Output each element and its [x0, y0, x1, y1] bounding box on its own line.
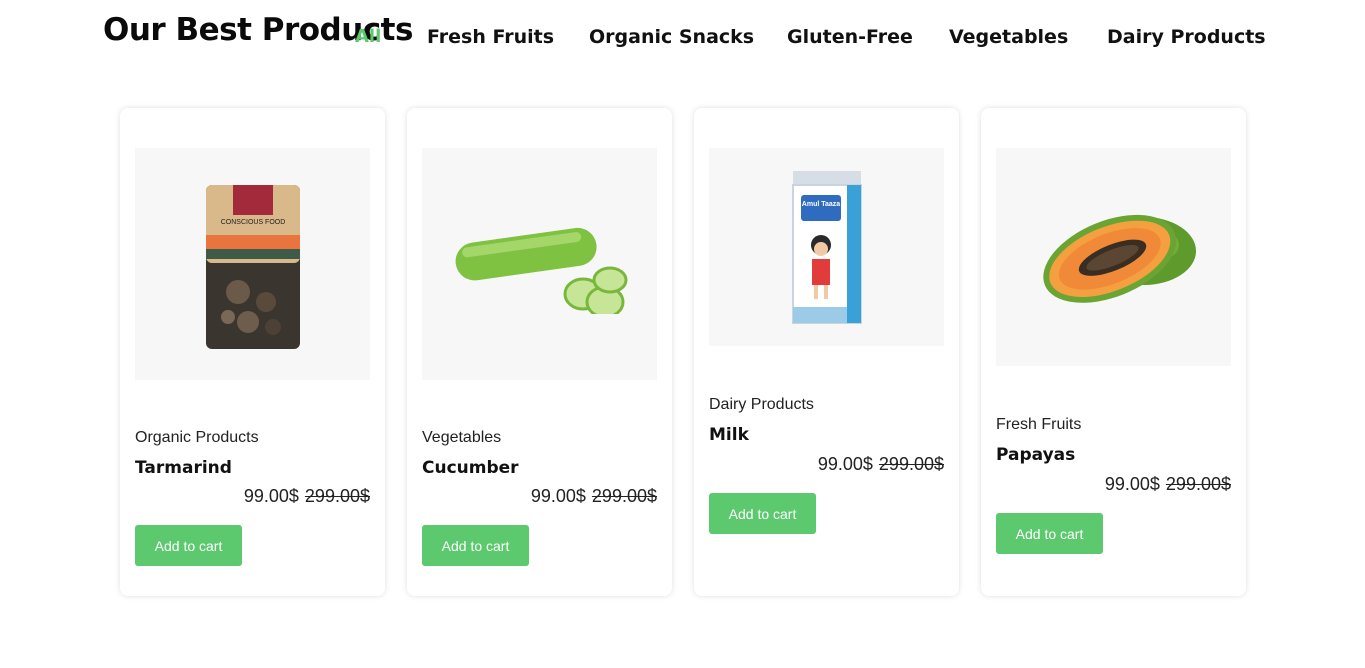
current-price: 99.00$ — [817, 454, 873, 474]
tab-dairy-products[interactable]: Dairy Products — [1107, 26, 1266, 48]
milk-carton-image[interactable]: Amul Taaza — [709, 148, 944, 346]
current-price: 99.00$ — [1104, 474, 1160, 494]
old-price: 299.00$ — [591, 486, 657, 506]
add-to-cart-button[interactable]: Add to cart — [996, 513, 1103, 554]
tab-vegetables[interactable]: Vegetables — [949, 26, 1068, 48]
tab-organic-snacks[interactable]: Organic Snacks — [589, 26, 754, 48]
product-name[interactable]: Cucumber — [422, 458, 519, 478]
product-category: Organic Products — [135, 429, 259, 446]
old-price: 299.00$ — [1165, 474, 1231, 494]
add-to-cart-button[interactable]: Add to cart — [422, 525, 529, 566]
cucumber-image[interactable] — [422, 148, 657, 380]
product-card-papayas: Fresh Fruits Papayas 99.00$ 299.00$ Add t… — [981, 108, 1246, 596]
pack-brand-text: CONSCIOUS FOOD — [220, 219, 285, 226]
tamarind-pack-image[interactable]: CONSCIOUS FOOD — [135, 148, 370, 380]
product-card-tamarind: CONSCIOUS FOOD Organic Products Tarmarin… — [120, 108, 385, 596]
product-category: Dairy Products — [709, 396, 814, 413]
product-price: 99.00$ 299.00$ — [818, 454, 944, 475]
current-price: 99.00$ — [530, 486, 586, 506]
product-name[interactable]: Papayas — [996, 445, 1075, 465]
product-price: 99.00$ 299.00$ — [1105, 474, 1231, 495]
product-card-milk: Amul Taaza Dairy Products Milk 99.00$ 299… — [694, 108, 959, 596]
tab-all[interactable]: All — [355, 26, 381, 47]
pack-brand-text: Amul Taaza — [801, 201, 839, 208]
product-price: 99.00$ 299.00$ — [244, 486, 370, 507]
product-price: 99.00$ 299.00$ — [531, 486, 657, 507]
add-to-cart-button[interactable]: Add to cart — [135, 525, 242, 566]
product-name[interactable]: Milk — [709, 425, 749, 445]
tab-fresh-fruits[interactable]: Fresh Fruits — [427, 26, 554, 48]
current-price: 99.00$ — [243, 486, 299, 506]
product-category: Vegetables — [422, 429, 502, 446]
papaya-image[interactable] — [996, 148, 1231, 366]
product-category: Fresh Fruits — [996, 416, 1082, 433]
old-price: 299.00$ — [304, 486, 370, 506]
add-to-cart-button[interactable]: Add to cart — [709, 493, 816, 534]
old-price: 299.00$ — [878, 454, 944, 474]
tab-gluten-free[interactable]: Gluten-Free — [787, 26, 913, 48]
product-name[interactable]: Tarmarind — [135, 458, 232, 478]
product-card-cucumber: Vegetables Cucumber 99.00$ 299.00$ Add to… — [407, 108, 672, 596]
